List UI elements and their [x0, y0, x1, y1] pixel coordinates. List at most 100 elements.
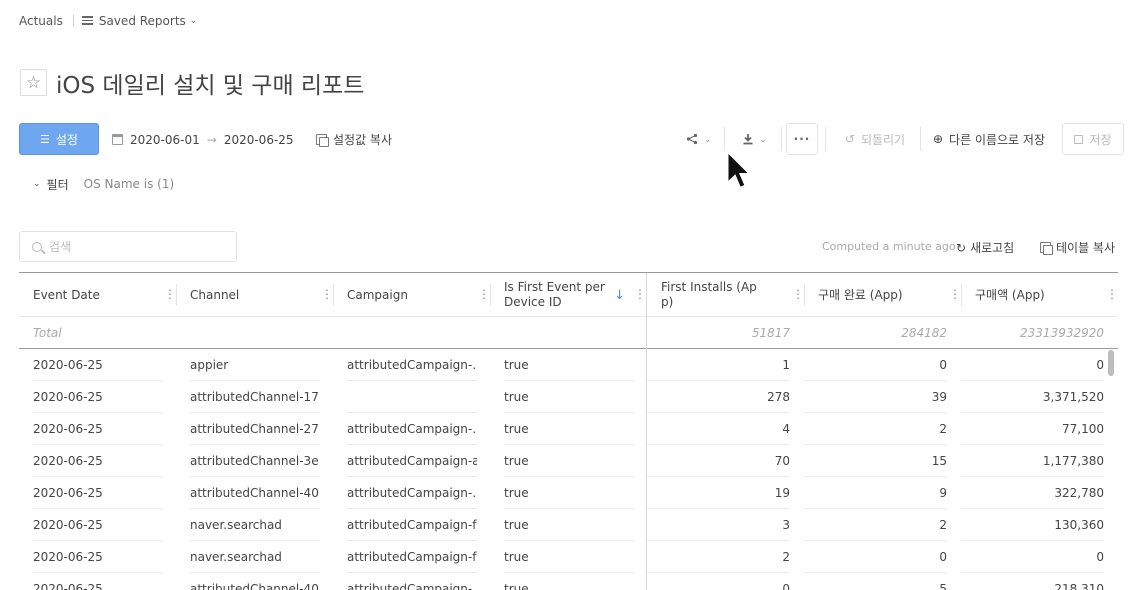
cell-channel: attributedChannel-40… [190, 573, 320, 590]
vertical-scrollbar[interactable] [1108, 350, 1114, 376]
save-button[interactable]: 저장 [1062, 123, 1124, 155]
sort-descending-icon[interactable]: ↓ [614, 288, 625, 303]
date-end[interactable]: 2020-06-25 [224, 133, 294, 147]
copy-settings-button[interactable]: 설정값 복사 [316, 131, 392, 148]
save-as-button[interactable]: ⊕ 다른 이름으로 저장 [925, 123, 1053, 155]
column-header-revenue[interactable]: 구매액 (App) ⋮ [961, 273, 1118, 317]
chevron-down-icon: ⌄ [759, 134, 767, 144]
table-row[interactable]: 2020-06-25 attributedChannel-17… true 278 39… [19, 381, 1118, 413]
toolbar-divider [825, 127, 826, 151]
cell-event-date: 2020-06-25 [33, 413, 163, 445]
cell-first-installs: 2 [647, 541, 790, 573]
cell-campaign: attributedCampaign-… [347, 573, 477, 590]
date-range-picker[interactable]: 2020-06-01 → 2020-06-25 [112, 131, 294, 148]
refresh-icon: ↻ [956, 240, 967, 255]
cell-purchases: 15 [804, 445, 947, 477]
breadcrumb-actuals[interactable]: Actuals [19, 14, 63, 28]
cell-revenue: 0 [961, 349, 1104, 381]
cell-campaign [347, 381, 477, 413]
filter-value[interactable]: OS Name is (1) [84, 177, 175, 191]
cell-revenue: 1,177,380 [961, 445, 1104, 477]
cell-channel: naver.searchad [190, 541, 320, 573]
cell-campaign: attributedCampaign-… [347, 349, 477, 381]
cell-event-date: 2020-06-25 [33, 509, 163, 541]
breadcrumb: Actuals Saved Reports ⌄ [19, 12, 197, 29]
cell-revenue: 77,100 [961, 413, 1104, 445]
floppy-icon [1074, 134, 1084, 144]
cell-first-installs: 70 [647, 445, 790, 477]
arrow-right-icon: → [206, 132, 217, 147]
column-label: Event Date [33, 287, 100, 302]
cell-channel: appier [190, 349, 320, 381]
column-menu-icon[interactable]: ⋮ [478, 288, 490, 300]
cell-channel: attributedChannel-3e… [190, 445, 320, 477]
column-menu-icon[interactable]: ⋮ [1106, 288, 1118, 300]
search-box[interactable] [19, 231, 237, 262]
page-title: iOS 데일리 설치 및 구매 리포트 [56, 73, 365, 99]
computed-status: Computed a minute ago [822, 240, 956, 253]
date-start[interactable]: 2020-06-01 [130, 133, 200, 147]
chevron-down-icon[interactable]: ⌄ [190, 16, 198, 26]
cell-purchases: 5 [804, 573, 947, 590]
column-header-campaign[interactable]: Campaign ⋮ [333, 273, 490, 317]
cell-event-date: 2020-06-25 [33, 381, 163, 413]
chevron-down-icon: ⌄ [33, 179, 41, 189]
column-header-event-date[interactable]: Event Date ⋮ [19, 273, 176, 317]
cell-revenue: 0 [961, 541, 1104, 573]
cell-first-installs: 278 [647, 381, 790, 413]
table-row[interactable]: 2020-06-25 attributedChannel-27… attribute… [19, 413, 1118, 445]
column-menu-icon[interactable]: ⋮ [321, 288, 333, 300]
more-options-button[interactable]: ··· [786, 123, 818, 155]
column-header-channel[interactable]: Channel ⋮ [176, 273, 333, 317]
table-header: Event Date ⋮ Channel ⋮ Campaign ⋮ Is Fir… [19, 273, 1118, 317]
cell-event-date: 2020-06-25 [33, 573, 163, 590]
column-menu-icon[interactable]: ⋮ [949, 288, 961, 300]
undo-button[interactable]: ↺ 되돌리기 [833, 123, 917, 155]
share-button[interactable]: ⌄ [675, 123, 722, 155]
cell-channel: attributedChannel-27… [190, 413, 320, 445]
cell-revenue: 218,310 [961, 573, 1104, 590]
cell-channel: attributedChannel-17… [190, 381, 320, 413]
filter-toggle[interactable]: ⌄ 필터 OS Name is (1) [33, 176, 174, 192]
cell-campaign: attributedCampaign-f… [347, 541, 477, 573]
toolbar-divider [920, 127, 921, 151]
table-row[interactable]: 2020-06-25 naver.searchad attributedCampai… [19, 541, 1118, 573]
refresh-button[interactable]: ↻ 새로고침 [956, 239, 1014, 256]
column-header-purchases[interactable]: 구매 완료 (App) ⋮ [804, 273, 961, 317]
cell-first-installs: 3 [647, 509, 790, 541]
table-row[interactable]: 2020-06-25 naver.searchad attributedCampai… [19, 509, 1118, 541]
cell-campaign: attributedCampaign-f… [347, 509, 477, 541]
table-row[interactable]: 2020-06-25 attributedChannel-40… attribute… [19, 477, 1118, 509]
column-label: Channel [190, 287, 240, 302]
ellipsis-icon: ··· [793, 132, 811, 146]
calendar-icon [112, 134, 123, 145]
favorite-star-button[interactable]: ☆ [20, 69, 47, 96]
cell-campaign: attributedCampaign-a… [347, 445, 477, 477]
settings-button-label: 설정 [55, 132, 78, 147]
table-row[interactable]: 2020-06-25 appier attributedCampaign-… true… [19, 349, 1118, 381]
total-revenue: 23313932920 [1020, 326, 1104, 340]
cell-campaign: attributedCampaign-… [347, 477, 477, 509]
settings-button[interactable]: ☰ 설정 [19, 123, 99, 155]
saved-reports-dropdown[interactable]: Saved Reports [99, 14, 186, 28]
column-menu-icon[interactable]: ⋮ [792, 288, 804, 300]
column-header-first-installs[interactable]: First Installs (App) ⋮ [647, 273, 804, 317]
save-as-label: 다른 이름으로 저장 [949, 132, 1045, 147]
breadcrumb-divider [72, 14, 74, 27]
column-menu-icon[interactable]: ⋮ [634, 288, 646, 300]
totals-row: Total 51817 284182 23313932920 [19, 317, 1118, 349]
table-row[interactable]: 2020-06-25 attributedChannel-3e… attribute… [19, 445, 1118, 477]
cell-purchases: 9 [804, 477, 947, 509]
search-input[interactable] [49, 239, 209, 254]
table-row[interactable]: 2020-06-25 attributedChannel-40… attribute… [19, 573, 1118, 590]
column-menu-icon[interactable]: ⋮ [164, 288, 176, 300]
toolbar-divider [724, 127, 725, 151]
toolbar-divider [781, 127, 782, 151]
total-first-installs: 51817 [751, 326, 790, 340]
mouse-cursor-icon [726, 150, 753, 190]
copy-icon [316, 134, 329, 147]
frozen-column-divider [646, 273, 647, 590]
copy-table-button[interactable]: 테이블 복사 [1040, 239, 1115, 256]
column-header-is-first-event[interactable]: Is First Event per Device ID ↓ ⋮ [490, 273, 646, 317]
cell-campaign: attributedCampaign-… [347, 413, 477, 445]
